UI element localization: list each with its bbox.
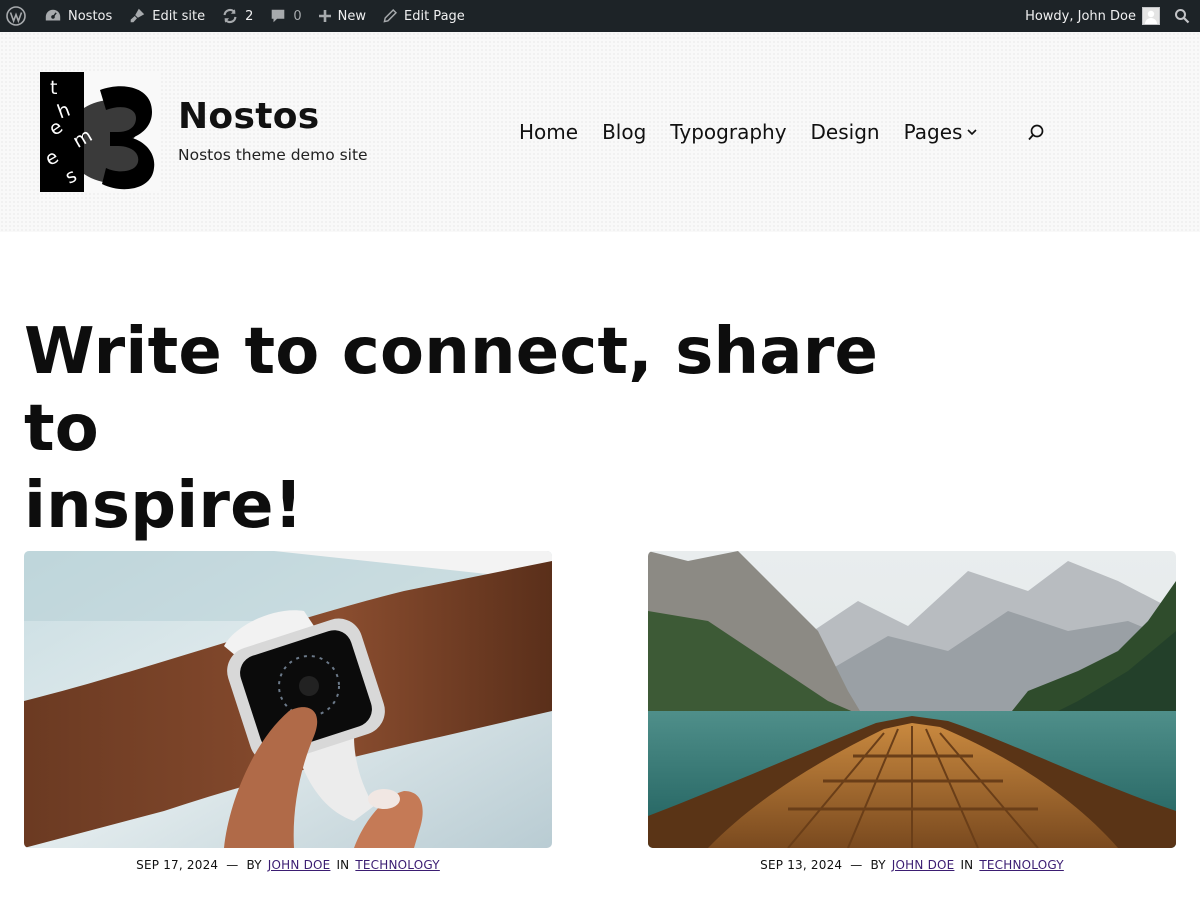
user-account-menu[interactable]: Howdy, John Doe xyxy=(1017,0,1164,32)
post-meta: SEP 13, 2024 — BY JOHN DOE IN TECHNOLOGY xyxy=(648,858,1176,872)
edit-site-button[interactable]: Edit site xyxy=(120,0,213,32)
post-date: SEP 13, 2024 xyxy=(760,858,843,872)
nav-item-label: Blog xyxy=(602,120,647,144)
hero-heading: Write to connect, share to inspire! xyxy=(24,314,924,545)
new-label: New xyxy=(337,8,366,24)
site-name-menu[interactable]: Nostos xyxy=(36,0,120,32)
admin-search-button[interactable] xyxy=(1164,0,1192,32)
nav-item-design[interactable]: Design xyxy=(811,120,880,144)
comments-button[interactable]: 0 xyxy=(261,0,309,32)
themes3-logo: t h e m e s 3 xyxy=(40,72,160,192)
logo-letter: t xyxy=(50,77,57,99)
post-card: SEP 17, 2024 — BY JOHN DOE IN TECHNOLOGY xyxy=(24,551,552,872)
edit-site-label: Edit site xyxy=(152,8,206,24)
post-in-label: IN xyxy=(960,858,974,872)
wordpress-icon xyxy=(6,6,26,26)
nav-item-blog[interactable]: Blog xyxy=(602,120,646,144)
post-by-label: BY xyxy=(870,858,886,872)
nav-item-label: Typography xyxy=(670,120,787,144)
hero-heading-line-1: Write to connect, share to xyxy=(24,315,879,466)
nav-item-label: Design xyxy=(810,120,880,144)
avatar xyxy=(1142,7,1160,25)
new-content-button[interactable]: New xyxy=(310,0,374,32)
meta-separator: — xyxy=(850,858,863,872)
header-search-button[interactable] xyxy=(1026,123,1046,143)
nav-item-label: Pages xyxy=(903,120,963,144)
nav-item-label: Home xyxy=(519,120,579,144)
hero-heading-line-2: inspire! xyxy=(24,469,304,543)
pencil-icon xyxy=(383,8,398,23)
post-featured-image-lake[interactable] xyxy=(648,551,1176,848)
post-by-label: BY xyxy=(246,858,262,872)
meta-separator: — xyxy=(226,858,239,872)
nav-item-pages[interactable]: Pages xyxy=(904,120,979,144)
wordpress-logo-button[interactable] xyxy=(0,0,36,32)
post-category-link[interactable]: TECHNOLOGY xyxy=(979,858,1063,872)
search-icon xyxy=(1028,124,1044,141)
site-header: t h e m e s 3 Nostos Nostos theme demo s… xyxy=(0,32,1200,232)
plus-icon xyxy=(318,10,331,22)
updates-button[interactable]: 2 xyxy=(213,0,261,32)
post-author-link[interactable]: JOHN DOE xyxy=(268,858,331,872)
post-category-link[interactable]: TECHNOLOGY xyxy=(355,858,439,872)
comment-icon xyxy=(272,9,285,23)
post-featured-image-smartwatch[interactable] xyxy=(24,551,552,848)
post-meta: SEP 17, 2024 — BY JOHN DOE IN TECHNOLOGY xyxy=(24,858,552,872)
primary-navigation: Home Blog Typography Design Pages xyxy=(519,120,978,144)
post-date: SEP 17, 2024 xyxy=(136,858,219,872)
updates-count: 2 xyxy=(245,8,254,24)
user-silhouette-icon xyxy=(1145,10,1157,24)
post-in-label: IN xyxy=(336,858,350,872)
brush-icon xyxy=(130,8,145,23)
nav-item-home[interactable]: Home xyxy=(519,120,578,144)
admin-bar: Nostos Edit site 2 0 New Edit Page Howdy… xyxy=(0,0,1200,32)
dashboard-icon xyxy=(45,9,61,21)
edit-page-label: Edit Page xyxy=(404,8,465,24)
post-author-link[interactable]: JOHN DOE xyxy=(892,858,955,872)
chevron-down-icon[interactable] xyxy=(966,126,978,138)
post-card: SEP 13, 2024 — BY JOHN DOE IN TECHNOLOGY xyxy=(648,551,1176,872)
greeting-label: Howdy, John Doe xyxy=(1025,8,1136,24)
site-logo[interactable]: t h e m e s 3 xyxy=(40,72,160,192)
site-title[interactable]: Nostos xyxy=(178,96,319,137)
comments-count: 0 xyxy=(293,8,302,24)
edit-page-button[interactable]: Edit Page xyxy=(374,0,473,32)
search-icon xyxy=(1175,9,1190,24)
site-tagline: Nostos theme demo site xyxy=(178,146,368,164)
nav-item-typography[interactable]: Typography xyxy=(670,120,786,144)
site-name-label: Nostos xyxy=(68,8,113,24)
updates-icon xyxy=(223,8,237,24)
